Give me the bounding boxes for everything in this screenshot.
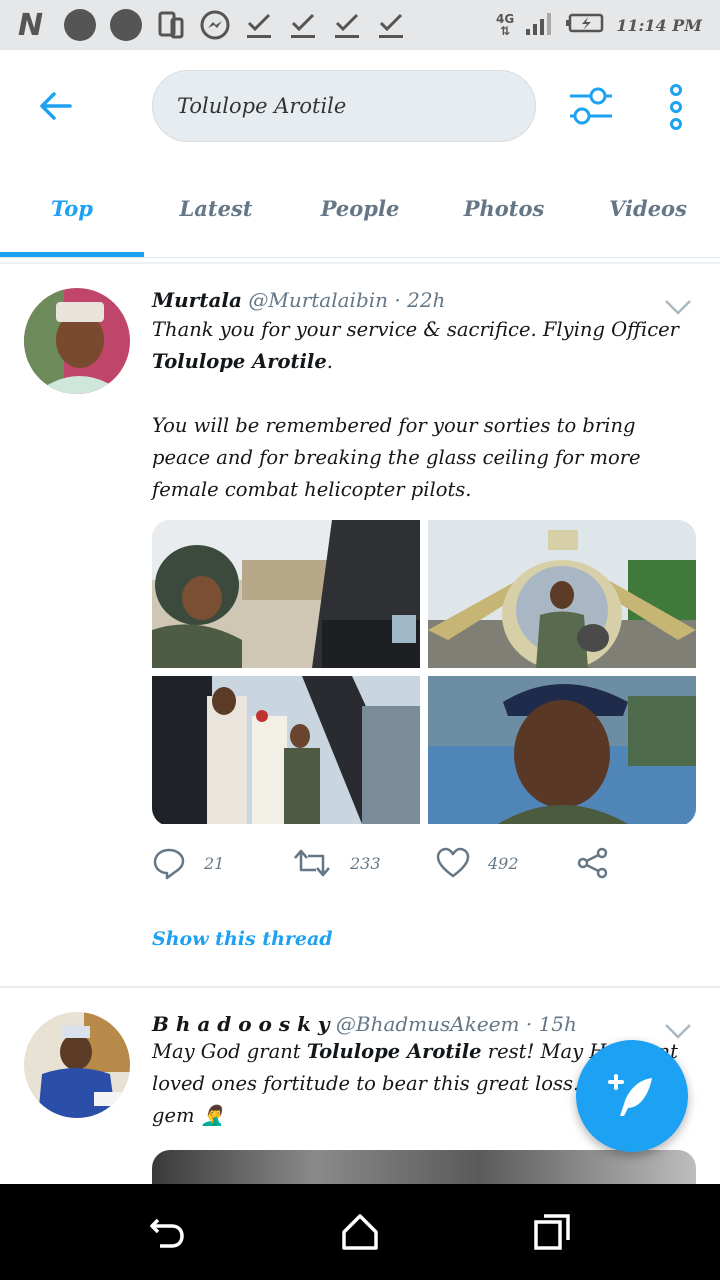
tweet-highlight: Tolulope Arotile: [152, 350, 327, 373]
compose-tweet-button[interactable]: [576, 1040, 688, 1152]
more-options-icon[interactable]: [664, 84, 688, 130]
reply-count: 21: [204, 853, 225, 873]
reply-icon: [153, 848, 185, 880]
system-nav-bar: [0, 1184, 720, 1280]
notification-dot-icon: [110, 9, 142, 41]
search-tabs: Top Latest People Photos Videos: [0, 160, 720, 258]
tweet-highlight: Tolulope Arotile: [306, 1040, 482, 1063]
messenger-icon: [200, 10, 230, 40]
avatar[interactable]: [24, 1012, 130, 1118]
tab-top[interactable]: Top: [0, 160, 144, 257]
tweet-text-part: Thank you for your service & sacrifice. …: [152, 318, 679, 341]
network-type: 4G ⇅: [496, 12, 515, 38]
tweet-time: · 15h: [525, 1012, 577, 1036]
author-handle[interactable]: @BhadmusAkeem: [336, 1012, 520, 1036]
sim-icon: [156, 10, 186, 40]
author-handle[interactable]: @Murtalaibin: [248, 288, 388, 312]
tab-latest[interactable]: Latest: [144, 160, 288, 257]
retweet-count: 233: [350, 853, 381, 873]
back-arrow-icon[interactable]: [36, 86, 76, 126]
tweet-text-part: May God grant: [152, 1040, 307, 1063]
chevron-down-icon[interactable]: [664, 1022, 692, 1040]
tweet-header: B h a d o o s k y @BhadmusAkeem · 15h: [152, 1012, 696, 1036]
media-photo[interactable]: [428, 676, 696, 824]
tweet-text: Thank you for your service & sacrifice. …: [152, 314, 696, 378]
back-icon[interactable]: [148, 1212, 188, 1252]
tweet-actions: 21 233 492: [152, 846, 632, 886]
check-icon: [244, 10, 274, 40]
author-name[interactable]: Murtala: [152, 288, 242, 312]
status-bar: N 4G ⇅ 11:14 PM: [0, 0, 720, 50]
media-photo[interactable]: [152, 676, 420, 824]
signal-icon: [524, 9, 556, 41]
divider: [0, 262, 720, 264]
notification-dot-icon: [64, 9, 96, 41]
tab-photos[interactable]: Photos: [432, 160, 576, 257]
search-header: Tolulope Arotile: [0, 50, 720, 160]
check-icon: [332, 10, 362, 40]
tab-people[interactable]: People: [288, 160, 432, 257]
home-icon[interactable]: [340, 1212, 380, 1252]
tweet-time: · 22h: [394, 288, 446, 312]
tweet-text-part: .: [326, 350, 333, 373]
search-query-text: Tolulope Arotile: [177, 94, 347, 118]
reply-button[interactable]: 21: [152, 846, 224, 880]
tweet-text-paragraph: You will be remembered for your sorties …: [152, 414, 641, 501]
media-photo[interactable]: [152, 520, 420, 668]
share-icon: [577, 847, 608, 879]
heart-icon: [436, 847, 470, 878]
share-button[interactable]: [576, 846, 610, 880]
show-thread-link[interactable]: Show this thread: [152, 928, 333, 950]
filter-sliders-icon[interactable]: [568, 84, 614, 128]
tweet-content: Murtala @Murtalaibin · 22h Thank you for…: [152, 288, 696, 506]
netflix-n-icon: N: [18, 7, 44, 43]
media-photo[interactable]: [428, 520, 696, 668]
compose-feather-icon: [608, 1074, 652, 1116]
author-name[interactable]: B h a d o o s k y: [152, 1012, 330, 1036]
search-input[interactable]: Tolulope Arotile: [152, 70, 536, 142]
media-grid[interactable]: [152, 520, 696, 826]
recent-apps-icon[interactable]: [532, 1212, 572, 1252]
battery-charging-icon: [566, 12, 606, 38]
avatar[interactable]: [24, 288, 130, 394]
like-count: 492: [488, 853, 519, 873]
retweet-button[interactable]: 233: [292, 846, 381, 880]
tab-videos[interactable]: Videos: [576, 160, 720, 257]
check-icon: [288, 10, 318, 40]
tweet[interactable]: Murtala @Murtalaibin · 22h Thank you for…: [0, 268, 720, 988]
like-button[interactable]: 492: [436, 846, 519, 880]
tweet-header: Murtala @Murtalaibin · 22h: [152, 288, 696, 312]
retweet-icon: [294, 849, 330, 877]
chevron-down-icon[interactable]: [664, 298, 692, 316]
clock: 11:14 PM: [616, 15, 702, 35]
check-icon: [376, 10, 406, 40]
